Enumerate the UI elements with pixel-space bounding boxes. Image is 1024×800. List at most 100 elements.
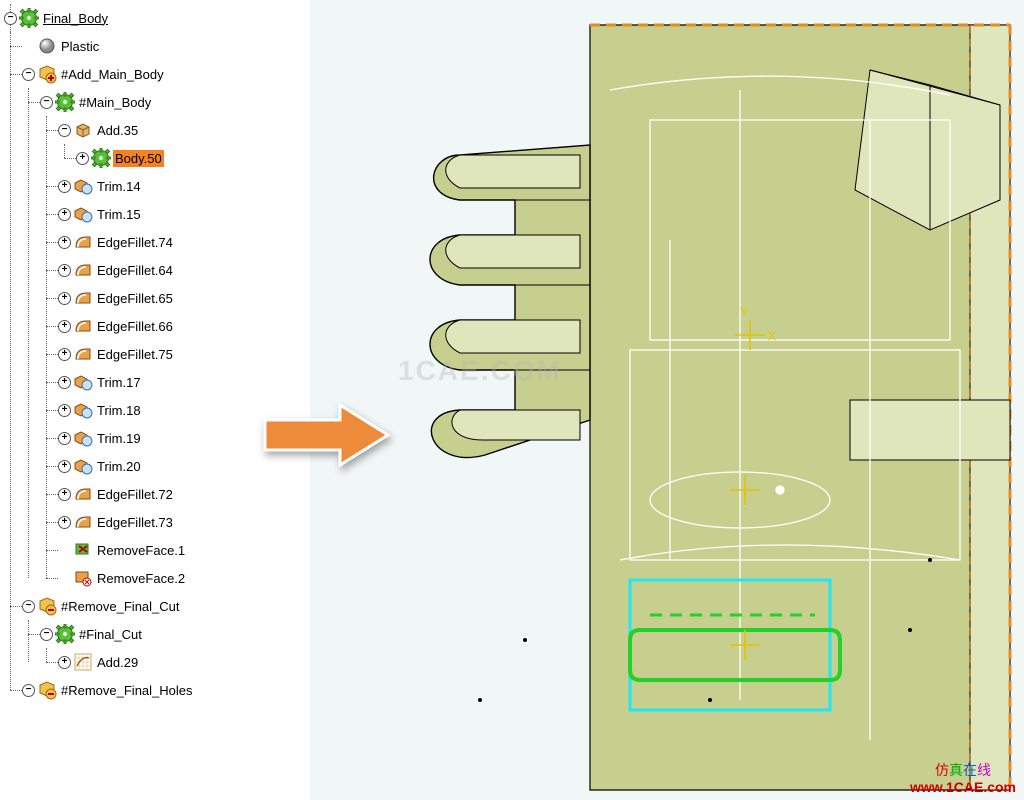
tree-item-edgefillet-75[interactable]: + EdgeFillet.75	[58, 340, 308, 368]
svg-text:X: X	[768, 329, 776, 343]
tree-label[interactable]: Plastic	[59, 38, 101, 55]
expand-toggle-icon[interactable]: +	[58, 208, 71, 221]
tree-label[interactable]: EdgeFillet.74	[95, 234, 175, 251]
tree-item-body-50[interactable]: + Body.50	[76, 144, 308, 172]
model-viewport[interactable]: X Y	[310, 0, 1024, 800]
tree-item--add_main_body[interactable]: − #Add_Main_Body	[22, 60, 308, 88]
sphere-grey-icon	[37, 36, 57, 56]
expand-toggle-icon[interactable]: +	[58, 376, 71, 389]
tree-label[interactable]: #Add_Main_Body	[59, 66, 166, 83]
gear-green-icon	[19, 8, 39, 28]
tree-item--final_cut[interactable]: − #Final_Cut	[40, 620, 308, 648]
tree-label[interactable]: Trim.17	[95, 374, 143, 391]
tree-label[interactable]: #Remove_Final_Holes	[59, 682, 195, 699]
toggle-spacer	[22, 40, 35, 53]
tree-item-removeface-1[interactable]: RemoveFace.1	[58, 536, 308, 564]
tree-label[interactable]: RemoveFace.1	[95, 542, 187, 559]
trim-icon	[73, 456, 93, 476]
expand-toggle-icon[interactable]: +	[58, 404, 71, 417]
removeface-icon	[73, 540, 93, 560]
tree-label[interactable]: Trim.19	[95, 430, 143, 447]
tree-label[interactable]: Add.35	[95, 122, 140, 139]
expand-toggle-icon[interactable]: +	[58, 432, 71, 445]
trim-icon	[73, 400, 93, 420]
tree-label[interactable]: Trim.18	[95, 402, 143, 419]
expand-toggle-icon[interactable]: +	[58, 180, 71, 193]
tree-label[interactable]: Add.29	[95, 654, 140, 671]
model-main-body	[430, 25, 1010, 790]
removeface2-icon	[73, 568, 93, 588]
expand-toggle-icon[interactable]: +	[58, 320, 71, 333]
tree-label[interactable]: Body.50	[113, 150, 164, 167]
fillet-icon	[73, 232, 93, 252]
expand-toggle-icon[interactable]: +	[76, 152, 89, 165]
tree-label[interactable]: Trim.20	[95, 458, 143, 475]
fillet-icon	[73, 316, 93, 336]
arrow-callout	[260, 400, 390, 470]
tree-item--main_body[interactable]: − #Main_Body	[40, 88, 308, 116]
fillet-icon	[73, 344, 93, 364]
collapse-toggle-icon[interactable]: −	[4, 12, 17, 25]
tree-label[interactable]: RemoveFace.2	[95, 570, 187, 587]
fillet-icon	[73, 288, 93, 308]
trim-icon	[73, 428, 93, 448]
gear-green-icon	[55, 92, 75, 112]
tree-label[interactable]: #Main_Body	[77, 94, 153, 111]
tree-item-edgefillet-65[interactable]: + EdgeFillet.65	[58, 284, 308, 312]
toggle-spacer	[58, 544, 71, 557]
trim-icon	[73, 372, 93, 392]
body-tan-icon	[73, 120, 93, 140]
tree-item-edgefillet-74[interactable]: + EdgeFillet.74	[58, 228, 308, 256]
expand-toggle-icon[interactable]: +	[58, 460, 71, 473]
toggle-spacer	[58, 572, 71, 585]
tree-item-trim-14[interactable]: + Trim.14	[58, 172, 308, 200]
sketch-icon	[73, 652, 93, 672]
expand-toggle-icon[interactable]: +	[58, 292, 71, 305]
tree-label[interactable]: #Final_Cut	[77, 626, 144, 643]
tree-item-trim-15[interactable]: + Trim.15	[58, 200, 308, 228]
tree-item-edgefillet-72[interactable]: + EdgeFillet.72	[58, 480, 308, 508]
tree-label[interactable]: EdgeFillet.66	[95, 318, 175, 335]
fillet-icon	[73, 260, 93, 280]
collapse-toggle-icon[interactable]: −	[58, 124, 71, 137]
watermark-corner: 仿真在线 www.1CAE.com	[910, 762, 1016, 796]
gear-green-icon	[91, 148, 111, 168]
collapse-toggle-icon[interactable]: −	[40, 628, 53, 641]
tree-label[interactable]: EdgeFillet.72	[95, 486, 175, 503]
collapse-toggle-icon[interactable]: −	[22, 600, 35, 613]
tree-label[interactable]: EdgeFillet.75	[95, 346, 175, 363]
bool-remove-icon	[37, 680, 57, 700]
trim-icon	[73, 176, 93, 196]
tree-label[interactable]: EdgeFillet.64	[95, 262, 175, 279]
tree-item-plastic[interactable]: Plastic	[22, 32, 308, 60]
tree-label[interactable]: EdgeFillet.73	[95, 514, 175, 531]
tree-item--remove_final_cut[interactable]: − #Remove_Final_Cut	[22, 592, 308, 620]
tree-item--remove_final_holes[interactable]: − #Remove_Final_Holes	[22, 676, 308, 704]
tree-item-add-35[interactable]: − Add.35	[58, 116, 308, 144]
tree-item-trim-17[interactable]: + Trim.17	[58, 368, 308, 396]
tree-item-edgefillet-66[interactable]: + EdgeFillet.66	[58, 312, 308, 340]
expand-toggle-icon[interactable]: +	[58, 516, 71, 529]
expand-toggle-icon[interactable]: +	[58, 348, 71, 361]
tree-label[interactable]: Final_Body	[41, 10, 110, 27]
tree-item-removeface-2[interactable]: RemoveFace.2	[58, 564, 308, 592]
tree-item-edgefillet-64[interactable]: + EdgeFillet.64	[58, 256, 308, 284]
expand-toggle-icon[interactable]: +	[58, 236, 71, 249]
collapse-toggle-icon[interactable]: −	[40, 96, 53, 109]
tree-item-final_body[interactable]: − Final_Body	[4, 4, 308, 32]
tree-label[interactable]: #Remove_Final_Cut	[59, 598, 182, 615]
gear-green-icon	[55, 624, 75, 644]
tree-label[interactable]: EdgeFillet.65	[95, 290, 175, 307]
expand-toggle-icon[interactable]: +	[58, 656, 71, 669]
tree-label[interactable]: Trim.14	[95, 178, 143, 195]
tree-item-add-29[interactable]: + Add.29	[58, 648, 308, 676]
expand-toggle-icon[interactable]: +	[58, 488, 71, 501]
fillet-icon	[73, 484, 93, 504]
tree-label[interactable]: Trim.15	[95, 206, 143, 223]
tree-item-edgefillet-73[interactable]: + EdgeFillet.73	[58, 508, 308, 536]
collapse-toggle-icon[interactable]: −	[22, 684, 35, 697]
svg-text:Y: Y	[740, 305, 748, 319]
fillet-icon	[73, 512, 93, 532]
expand-toggle-icon[interactable]: +	[58, 264, 71, 277]
collapse-toggle-icon[interactable]: −	[22, 68, 35, 81]
